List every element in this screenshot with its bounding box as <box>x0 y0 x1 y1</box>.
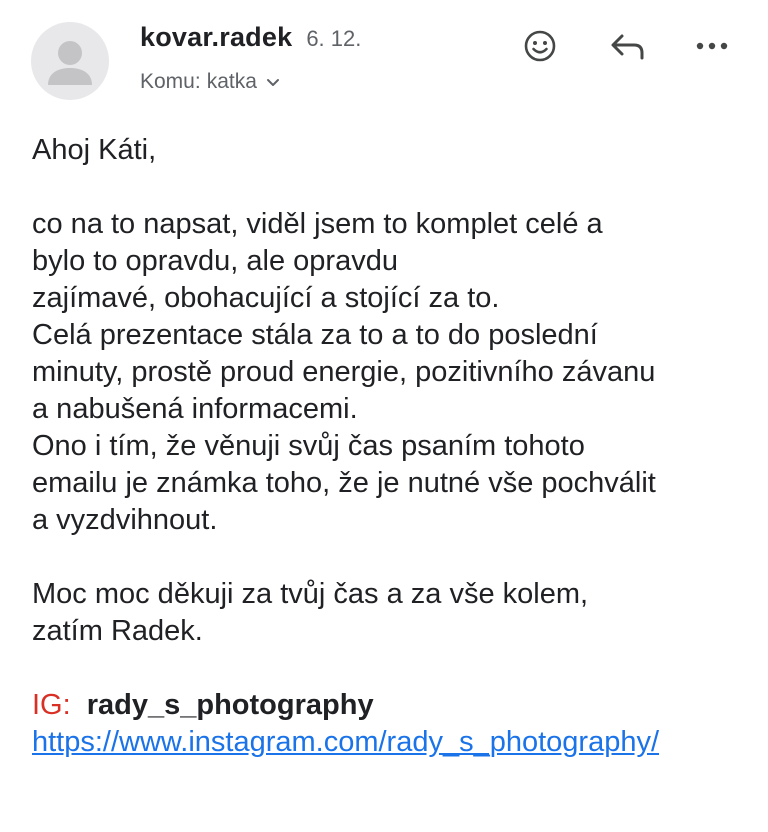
body-line: Moc moc děkuji za tvůj čas a za vše kole… <box>32 578 589 610</box>
sender-avatar[interactable] <box>31 22 109 100</box>
email-body: Ahoj Káti, co na to napsat, viděl jsem t… <box>32 132 742 761</box>
body-line: minuty, prostě proud energie, pozitivníh… <box>32 356 656 388</box>
recipient-name: katka <box>206 70 257 93</box>
body-line: bylo to opravdu, ale opravdu <box>32 245 398 277</box>
sender-name[interactable]: kovar.radek <box>140 22 292 53</box>
ig-label: IG: <box>32 689 71 721</box>
reply-arrow-icon <box>611 34 644 60</box>
signature: IG: rady_s_photography https://www.insta… <box>32 687 742 761</box>
email-header: kovar.radek 6. 12. Komu: katka <box>0 0 768 110</box>
body-line: a vyzdvihnout. <box>32 504 218 536</box>
paragraph-2: Moc moc děkuji za tvůj čas a za vše kole… <box>32 576 742 650</box>
recipient-label: Komu: <box>140 70 201 93</box>
recipient-toggle[interactable]: Komu: katka <box>140 70 281 94</box>
chevron-down-icon <box>265 76 281 88</box>
smiley-face-icon <box>524 30 556 62</box>
sender-line: kovar.radek 6. 12. <box>140 22 361 56</box>
greeting: Ahoj Káti, <box>32 134 157 166</box>
body-line: co na to napsat, viděl jsem to komplet c… <box>32 208 603 240</box>
more-options-icon <box>696 42 728 50</box>
person-placeholder-icon <box>48 41 92 85</box>
body-line: Ono i tím, že věnuji svůj čas psaním toh… <box>32 430 585 462</box>
body-line: zatím Radek. <box>32 615 203 647</box>
body-line: emailu je známka toho, že je nutné vše p… <box>32 467 656 499</box>
instagram-link[interactable]: https://www.instagram.com/rady_s_photogr… <box>32 724 742 761</box>
body-line: zajímavé, obohacující a stojící za to. <box>32 282 500 314</box>
email-date: 6. 12. <box>306 26 362 51</box>
ig-handle: rady_s_photography <box>86 689 374 721</box>
instagram-line: IG: rady_s_photography <box>32 687 742 724</box>
body-line: Celá prezentace stála za to a to do posl… <box>32 319 598 351</box>
more-options-button[interactable] <box>692 26 732 66</box>
body-line: a nabušená informacemi. <box>32 393 358 425</box>
reply-button[interactable] <box>608 26 648 66</box>
add-reaction-button[interactable] <box>520 26 560 66</box>
paragraph-1: co na to napsat, viděl jsem to komplet c… <box>32 206 742 539</box>
